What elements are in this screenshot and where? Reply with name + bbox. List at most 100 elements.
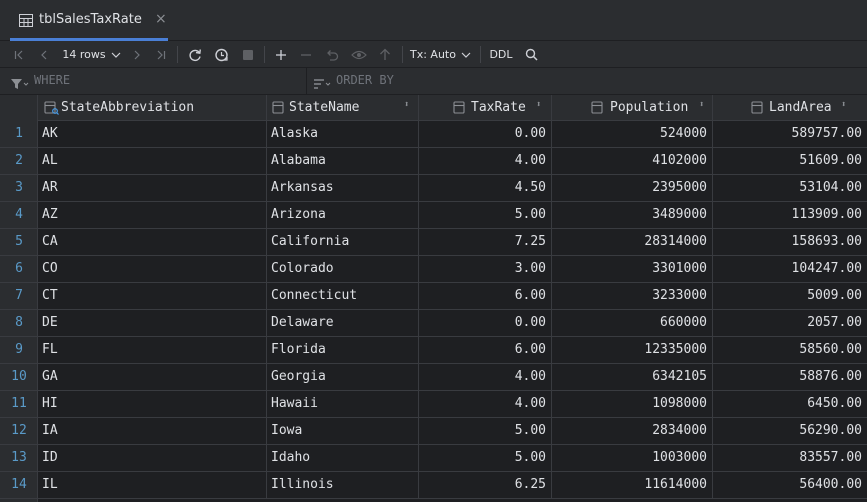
cell-landarea[interactable]: 6450.00 [713, 391, 867, 418]
cell-landarea[interactable]: 113909.00 [713, 202, 867, 229]
cell-stateabbreviation[interactable]: DE [38, 310, 267, 337]
stop-icon[interactable] [239, 45, 257, 64]
row-count-dropdown[interactable]: 14 rows [60, 45, 124, 64]
cell-statename[interactable]: Delaware [267, 310, 419, 337]
table-row[interactable]: 14 IL Illinois 6.25 11614000 56400.00 [0, 472, 867, 499]
row-number-cell[interactable]: 9 [0, 337, 38, 364]
table-row[interactable]: 9 FL Florida 6.00 12335000 58560.00 [0, 337, 867, 364]
cell-population[interactable]: 524000 [552, 121, 713, 148]
cell-population[interactable]: 3233000 [552, 283, 713, 310]
row-number-cell[interactable]: 2 [0, 148, 38, 175]
cell-stateabbreviation[interactable]: CA [38, 229, 267, 256]
cell-statename[interactable]: Georgia [267, 364, 419, 391]
cell-statename[interactable]: Arkansas [267, 175, 419, 202]
cell-statename[interactable]: Alabama [267, 148, 419, 175]
cell-taxrate[interactable]: 4.00 [419, 364, 552, 391]
cell-stateabbreviation[interactable]: FL [38, 337, 267, 364]
row-number-cell[interactable]: 6 [0, 256, 38, 283]
ddl-button[interactable]: DDL [486, 45, 516, 64]
cell-statename[interactable]: Alaska [267, 121, 419, 148]
cell-taxrate[interactable]: 3.00 [419, 256, 552, 283]
row-number-cell[interactable]: 11 [0, 391, 38, 418]
cell-landarea[interactable]: 2057.00 [713, 310, 867, 337]
cell-population[interactable]: 12335000 [552, 337, 713, 364]
cell-statename[interactable]: Florida [267, 337, 419, 364]
column-header-taxrate[interactable]: TaxRate ⬍ [419, 95, 552, 121]
cell-landarea[interactable]: 56400.00 [713, 472, 867, 499]
row-number-cell[interactable]: 7 [0, 283, 38, 310]
cell-taxrate[interactable]: 0.00 [419, 121, 552, 148]
cell-landarea[interactable]: 589757.00 [713, 121, 867, 148]
cell-population[interactable]: 660000 [552, 310, 713, 337]
table-row[interactable]: 7 CT Connecticut 6.00 3233000 5009.00 [0, 283, 867, 310]
table-row[interactable]: 3 AR Arkansas 4.50 2395000 53104.00 [0, 175, 867, 202]
transaction-mode-dropdown[interactable]: Tx: Auto [410, 45, 472, 64]
tab-tblsalestaxrate[interactable]: tblSalesTaxRate × [10, 0, 168, 41]
cell-stateabbreviation[interactable]: AL [38, 148, 267, 175]
cell-statename[interactable]: Iowa [267, 418, 419, 445]
cell-landarea[interactable]: 83557.00 [713, 445, 867, 472]
where-filter-input[interactable]: WHERE [34, 73, 70, 87]
column-header-landarea[interactable]: LandArea ⬍ [713, 95, 867, 121]
table-row[interactable]: 13 ID Idaho 5.00 1003000 83557.00 [0, 445, 867, 472]
cell-stateabbreviation[interactable]: AZ [38, 202, 267, 229]
cell-population[interactable]: 2395000 [552, 175, 713, 202]
close-icon[interactable]: × [155, 11, 167, 27]
table-row[interactable]: 10 GA Georgia 4.00 6342105 58876.00 [0, 364, 867, 391]
cell-taxrate[interactable]: 4.50 [419, 175, 552, 202]
submit-icon[interactable] [376, 45, 394, 64]
cell-landarea[interactable]: 56290.00 [713, 418, 867, 445]
cell-population[interactable]: 2834000 [552, 418, 713, 445]
cell-population[interactable]: 28314000 [552, 229, 713, 256]
delete-row-icon[interactable] [297, 45, 315, 64]
next-page-icon[interactable] [129, 45, 145, 64]
cell-landarea[interactable]: 51609.00 [713, 148, 867, 175]
cell-population[interactable]: 1003000 [552, 445, 713, 472]
previous-page-icon[interactable] [36, 45, 52, 64]
table-row[interactable]: 1 AK Alaska 0.00 524000 589757.00 [0, 121, 867, 148]
sort-icon[interactable]: ⬍ [404, 100, 409, 110]
cell-statename[interactable]: Connecticut [267, 283, 419, 310]
row-number-cell[interactable]: 3 [0, 175, 38, 202]
cell-stateabbreviation[interactable]: ID [38, 445, 267, 472]
table-row[interactable]: 12 IA Iowa 5.00 2834000 56290.00 [0, 418, 867, 445]
cell-statename[interactable]: Colorado [267, 256, 419, 283]
cell-taxrate[interactable]: 6.00 [419, 337, 552, 364]
order-by-input[interactable]: ORDER BY [336, 73, 394, 87]
cell-stateabbreviation[interactable]: HI [38, 391, 267, 418]
cell-landarea[interactable]: 58560.00 [713, 337, 867, 364]
cell-population[interactable]: 3489000 [552, 202, 713, 229]
table-row[interactable]: 6 CO Colorado 3.00 3301000 104247.00 [0, 256, 867, 283]
row-number-cell[interactable]: 10 [0, 364, 38, 391]
search-icon[interactable] [521, 45, 541, 64]
row-number-cell[interactable]: 1 [0, 121, 38, 148]
cell-landarea[interactable]: 158693.00 [713, 229, 867, 256]
cell-landarea[interactable]: 104247.00 [713, 256, 867, 283]
cell-stateabbreviation[interactable]: AR [38, 175, 267, 202]
cell-stateabbreviation[interactable]: GA [38, 364, 267, 391]
cell-population[interactable]: 3301000 [552, 256, 713, 283]
cell-population[interactable]: 1098000 [552, 391, 713, 418]
cell-landarea[interactable]: 58876.00 [713, 364, 867, 391]
add-row-icon[interactable] [272, 45, 290, 64]
cell-stateabbreviation[interactable]: CO [38, 256, 267, 283]
table-row[interactable]: 5 CA California 7.25 28314000 158693.00 [0, 229, 867, 256]
cell-taxrate[interactable]: 4.00 [419, 148, 552, 175]
cell-taxrate[interactable]: 5.00 [419, 418, 552, 445]
cell-stateabbreviation[interactable]: IL [38, 472, 267, 499]
cell-stateabbreviation[interactable]: CT [38, 283, 267, 310]
cell-statename[interactable]: California [267, 229, 419, 256]
table-row[interactable]: 8 DE Delaware 0.00 660000 2057.00 [0, 310, 867, 337]
cell-stateabbreviation[interactable]: AK [38, 121, 267, 148]
row-number-cell[interactable]: 14 [0, 472, 38, 499]
revert-icon[interactable] [323, 45, 341, 64]
row-number-cell[interactable]: 8 [0, 310, 38, 337]
cell-statename[interactable]: Idaho [267, 445, 419, 472]
sort-icon[interactable]: ⬍ [841, 100, 846, 110]
row-number-cell[interactable]: 12 [0, 418, 38, 445]
refresh-icon[interactable] [186, 45, 204, 64]
row-number-cell[interactable]: 13 [0, 445, 38, 472]
cell-statename[interactable]: Hawaii [267, 391, 419, 418]
cell-population[interactable]: 11614000 [552, 472, 713, 499]
last-page-icon[interactable] [153, 45, 169, 64]
